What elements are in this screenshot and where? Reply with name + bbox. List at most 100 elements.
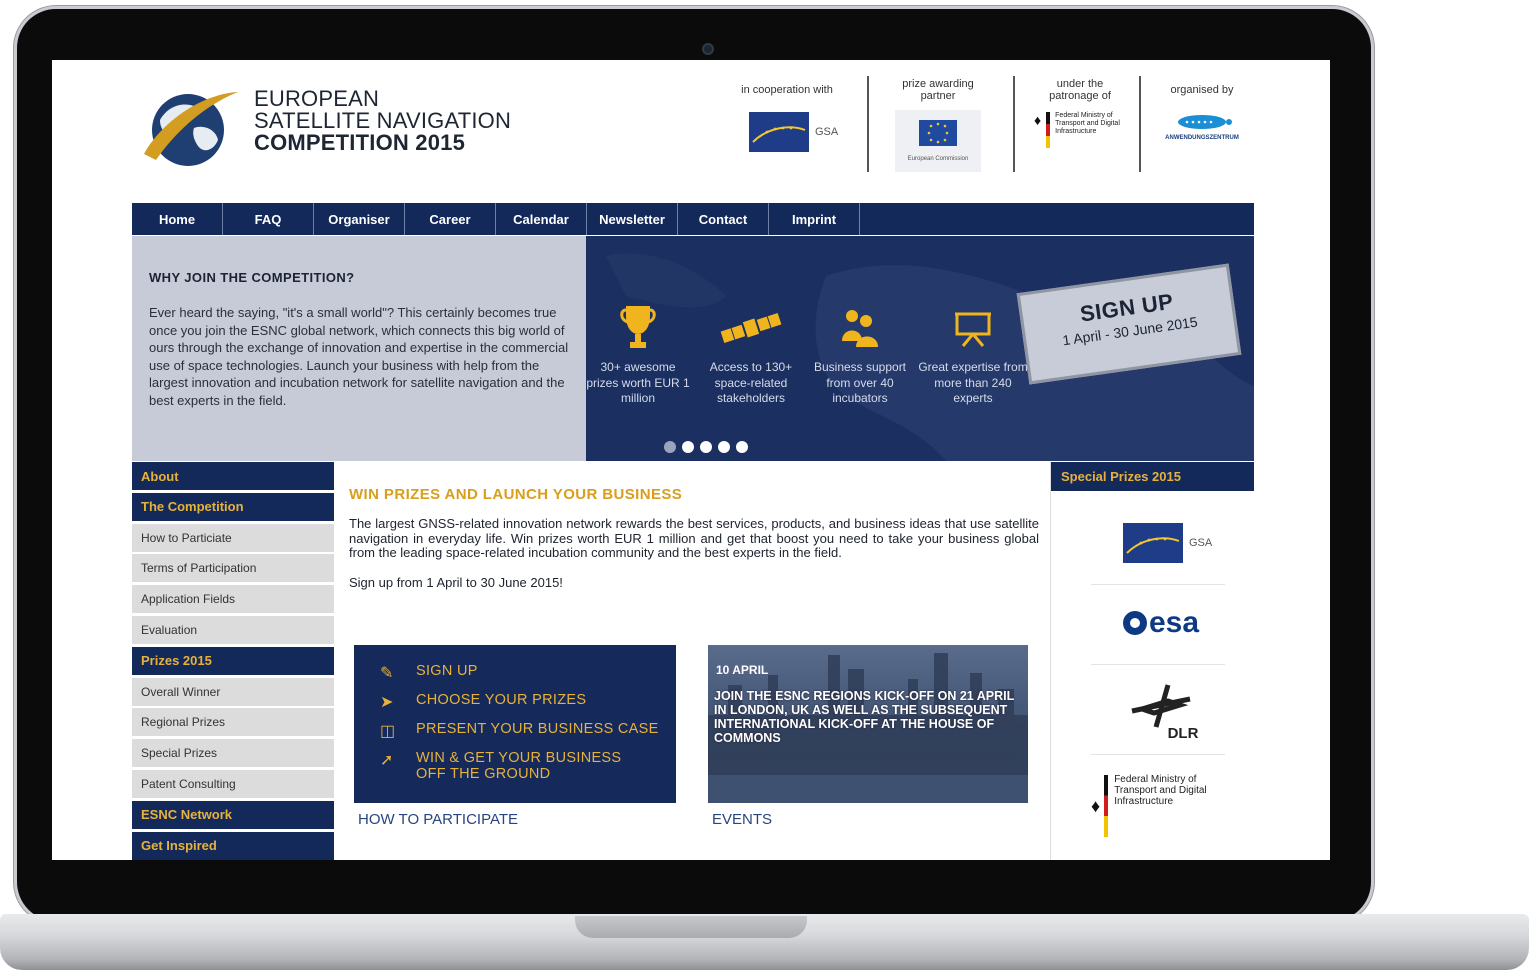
sidebar-item-prizes-2015[interactable]: Prizes 2015 — [132, 646, 334, 675]
partner-patronage: under the patronage of ♦ Federal Ministr… — [1024, 78, 1136, 148]
content-paragraph: The largest GNSS-related innovation netw… — [349, 516, 1039, 560]
partner-divider — [867, 76, 869, 172]
gsa-letters: GSA — [1189, 537, 1213, 549]
dlr-logo[interactable]: DLR — [1091, 676, 1231, 746]
slider-dot[interactable] — [736, 441, 748, 453]
slider-dot[interactable] — [664, 441, 676, 453]
federal-ministry-logo[interactable]: ♦ Federal Ministry of Transport and Digi… — [1034, 112, 1136, 148]
event-description: JOIN THE ESNC REGIONS KICK-OFF ON 21 APR… — [714, 689, 1015, 745]
nav-home[interactable]: Home — [132, 203, 223, 235]
pointer-icon: ➤ — [380, 694, 394, 711]
signup-period-text: Sign up from 1 April to 30 June 2015! — [349, 574, 563, 590]
sidebar-item-esnc-network[interactable]: ESNC Network — [132, 800, 334, 829]
slider-dot[interactable] — [682, 441, 694, 453]
edit-icon: ✎ — [380, 665, 394, 682]
gsa-logo[interactable]: GSA — [728, 112, 846, 152]
presentation-icon — [918, 296, 1028, 360]
feature-experts: Great expertise from more than 240 exper… — [918, 296, 1028, 407]
sidebar-item-the-competition[interactable]: The Competition — [132, 492, 334, 521]
feature-text: 30+ awesome prizes worth EUR 1 million — [586, 360, 690, 405]
step-win: ➚ WIN & GET YOUR BUSINESS OFF THE GROUND — [380, 750, 676, 782]
esa-logo[interactable]: esa — [1091, 598, 1231, 648]
why-join-text: Ever heard the saying, "it's a small wor… — [149, 305, 569, 408]
presentation-icon: ◫ — [380, 723, 396, 740]
gsa-logo[interactable]: GSA — [1091, 518, 1231, 568]
step-sign-up: ✎ SIGN UP — [380, 663, 676, 683]
partner-label: in cooperation with — [741, 84, 833, 96]
sidebar-item-evaluation[interactable]: Evaluation — [132, 615, 334, 644]
nav-calendar[interactable]: Calendar — [496, 203, 587, 235]
nav-newsletter[interactable]: Newsletter — [587, 203, 678, 235]
anwendungszentrum-logo[interactable]: ANWENDUNGSZENTRUM — [1152, 112, 1252, 141]
federal-ministry-logo[interactable]: ♦ Federal Ministry of Transport and Digi… — [1091, 774, 1231, 838]
slider-dot[interactable] — [700, 441, 712, 453]
feature-text: Great expertise from more than 240 exper… — [918, 360, 1028, 405]
why-join-title: WHY JOIN THE COMPETITION? — [149, 270, 355, 285]
feature-incubators: Business support from over 40 incubators — [805, 296, 915, 407]
ministry-text: Federal Ministry of Transport and Digita… — [1114, 774, 1207, 807]
partner-label: under the patronage of — [1049, 78, 1111, 102]
events-link[interactable]: EVENTS — [712, 811, 772, 828]
dlr-emblem-icon — [1131, 683, 1191, 728]
sidebar-item-about[interactable]: About — [132, 462, 334, 490]
sidebar-item-special-prizes[interactable]: Special Prizes — [132, 739, 334, 768]
step-choose-prizes: ➤ CHOOSE YOUR PRIZES — [380, 692, 676, 712]
partner-divider — [1139, 76, 1141, 172]
european-commission-logo[interactable]: European Commission — [895, 110, 981, 172]
eu-flag-icon — [749, 112, 809, 152]
eu-flag-icon — [1123, 523, 1183, 563]
how-to-participate-link[interactable]: HOW TO PARTICIPATE — [358, 811, 518, 828]
step-label: CHOOSE YOUR PRIZES — [416, 692, 587, 708]
german-flag-icon — [1104, 775, 1109, 837]
ministry-caption: Federal Ministry of Transport and Digita… — [1055, 112, 1120, 135]
satellite-icon — [696, 296, 806, 360]
feature-stakeholders: Access to 130+ space-related stakeholder… — [696, 296, 806, 407]
sidebar-item-regional-prizes[interactable]: Regional Prizes — [132, 708, 334, 737]
main-nav: Home FAQ Organiser Career Calendar Newsl… — [132, 203, 1254, 235]
german-flag-icon — [1046, 112, 1051, 148]
rocket-icon: ➚ — [380, 752, 394, 769]
nav-faq[interactable]: FAQ — [223, 203, 314, 235]
logo-divider — [1091, 584, 1225, 585]
step-present-case: ◫ PRESENT YOUR BUSINESS CASE — [380, 721, 676, 741]
site-title-line3: COMPETITION 2015 — [254, 130, 466, 155]
gsa-letters: GSA — [815, 126, 839, 138]
feature-text: Business support from over 40 incubators — [813, 360, 907, 405]
camera-icon — [702, 43, 714, 55]
globe-logo[interactable] — [138, 84, 242, 170]
sidebar-item-get-inspired[interactable]: Get Inspired — [132, 831, 334, 860]
nav-imprint[interactable]: Imprint — [769, 203, 860, 235]
ec-caption: European Commission — [907, 156, 969, 162]
hero-slider[interactable]: 30+ awesome prizes worth EUR 1 million A… — [586, 236, 1254, 461]
esa-icon — [1122, 611, 1147, 635]
logo-divider — [1091, 754, 1225, 755]
step-label: SIGN UP — [416, 663, 478, 679]
sidebar-item-terms[interactable]: Terms of Participation — [132, 554, 334, 583]
sidebar-item-overall-winner[interactable]: Overall Winner — [132, 677, 334, 706]
sidebar-item-how-to-participate[interactable]: How to Particiate — [132, 523, 334, 552]
nav-career[interactable]: Career — [405, 203, 496, 235]
dlr-text: DLR — [1167, 724, 1199, 742]
sidebar-item-patent-consulting[interactable]: Patent Consulting — [132, 769, 334, 798]
laptop-notch — [575, 916, 807, 938]
trophy-icon — [586, 296, 693, 360]
slider-dots — [664, 441, 748, 453]
nav-contact[interactable]: Contact — [678, 203, 769, 235]
orbit-dots-icon — [1178, 115, 1232, 129]
how-to-participate-card[interactable]: ✎ SIGN UP ➤ CHOOSE YOUR PRIZES ◫ PRESENT YO… — [354, 645, 676, 803]
special-prizes-column: Special Prizes 2015 GSA esa DLR ♦ Federa… — [1050, 462, 1254, 860]
partner-prize: prize awarding partner European Commissi… — [880, 78, 996, 172]
people-icon — [805, 296, 915, 360]
step-label: WIN & GET YOUR BUSINESS OFF THE GROUND — [416, 750, 622, 782]
eagle-icon: ♦ — [1091, 795, 1101, 816]
event-date: 10 APRIL — [716, 663, 769, 677]
nav-organiser[interactable]: Organiser — [314, 203, 405, 235]
sidebar-item-application-fields[interactable]: Application Fields — [132, 585, 334, 614]
slider-dot[interactable] — [718, 441, 730, 453]
partner-organiser: organised by ANWENDUNGSZENTRUM — [1152, 78, 1252, 141]
step-label: PRESENT YOUR BUSINESS CASE — [416, 721, 659, 737]
main-content: WIN PRIZES AND LAUNCH YOUR BUSINESS The … — [349, 462, 1039, 590]
feature-text: Access to 130+ space-related stakeholder… — [709, 360, 793, 405]
events-card[interactable]: 10 APRIL JOIN THE ESNC REGIONS KICK-OFF … — [708, 645, 1028, 803]
esa-text: esa — [1148, 606, 1200, 639]
